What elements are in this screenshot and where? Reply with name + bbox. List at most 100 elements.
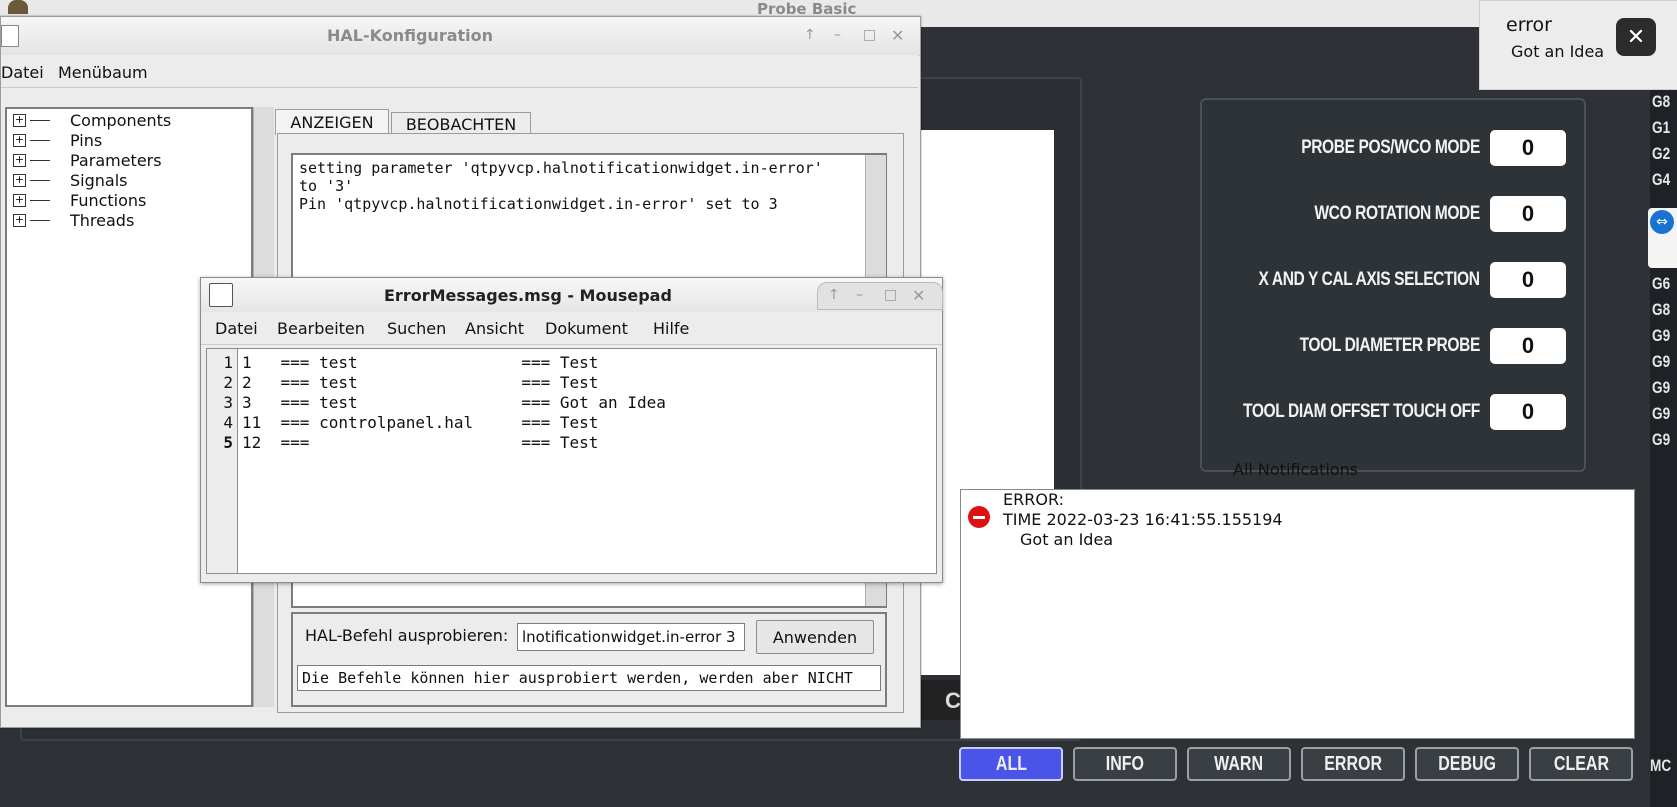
shade-icon[interactable]: ↑ xyxy=(804,27,816,43)
mousepad-text-area[interactable]: 1 === test === Test 2 === test === Test … xyxy=(237,348,937,574)
mousepad-titlebar[interactable]: ErrorMessages.msg - Mousepad ↑ – □ ✕ xyxy=(201,278,943,313)
mousepad-window-controls: ↑ – □ ✕ xyxy=(817,282,943,310)
close-icon[interactable]: ✕ xyxy=(891,26,904,45)
param-value-input[interactable]: 0 xyxy=(1490,394,1566,430)
maximize-icon[interactable]: □ xyxy=(884,287,897,303)
popup-close-button[interactable]: ✕ xyxy=(1616,18,1656,56)
menu-suchen[interactable]: Suchen xyxy=(387,319,446,338)
tree-node-components[interactable]: + Components xyxy=(13,111,171,130)
mousepad-window: ErrorMessages.msg - Mousepad ↑ – □ ✕ Dat… xyxy=(200,277,943,583)
filter-all-button[interactable]: ALL xyxy=(959,747,1063,781)
param-value-input[interactable]: 0 xyxy=(1490,196,1566,232)
menu-hilfe[interactable]: Hilfe xyxy=(653,319,689,338)
param-row-probe-pos-wco: PROBE POS/WCO MODE 0 xyxy=(1262,130,1566,166)
expand-icon[interactable]: + xyxy=(13,114,26,127)
text-line: 1 === test === Test xyxy=(242,353,599,372)
text-line: 12 === === Test xyxy=(242,433,599,452)
menu-bearbeiten[interactable]: Bearbeiten xyxy=(277,319,365,338)
expand-icon[interactable]: + xyxy=(13,134,26,147)
shade-icon[interactable]: ↑ xyxy=(828,287,840,303)
param-value-input[interactable]: 0 xyxy=(1490,262,1566,298)
text-line: 3 === test === Got an Idea xyxy=(242,393,666,412)
menu-menubaum[interactable]: Menübaum xyxy=(58,63,148,82)
gcode-item: G9 xyxy=(1652,352,1671,371)
param-label: X AND Y CAL AXIS SELECTION xyxy=(1258,269,1480,290)
gcode-item: G9 xyxy=(1652,404,1671,423)
output-line: setting parameter 'qtpyvcp.halnotificati… xyxy=(299,159,823,177)
expand-icon[interactable]: + xyxy=(13,214,26,227)
gcode-item: G8 xyxy=(1652,300,1671,319)
line-number-gutter: 1 2 3 4 5 xyxy=(206,348,237,574)
gcode-item: G9 xyxy=(1652,326,1671,345)
gcode-item: G9 xyxy=(1652,430,1671,449)
param-label: WCO ROTATION MODE xyxy=(1314,203,1480,224)
tree-node-signals[interactable]: + Signals xyxy=(13,171,127,190)
param-label: PROBE POS/WCO MODE xyxy=(1301,137,1480,158)
tree-node-pins[interactable]: + Pins xyxy=(13,131,102,150)
notification-title: ERROR: xyxy=(1003,490,1064,509)
param-value-input[interactable]: 0 xyxy=(1490,328,1566,364)
filter-debug-button[interactable]: DEBUG xyxy=(1415,747,1519,781)
active-gcodes-column: G8 G1 G2 G4 G6 G8 G9 G9 G9 G9 G9 xyxy=(1650,88,1677,807)
tree-node-parameters[interactable]: + Parameters xyxy=(13,151,162,170)
param-label: TOOL DIAM OFFSET TOUCH OFF xyxy=(1243,401,1480,422)
mousepad-menubar: Datei Bearbeiten Suchen Ansicht Dokument… xyxy=(201,312,942,345)
gcode-item: G8 xyxy=(1652,92,1671,111)
filter-warn-button[interactable]: WARN xyxy=(1187,747,1291,781)
mousepad-title: ErrorMessages.msg - Mousepad xyxy=(384,286,672,305)
menu-datei[interactable]: Datei xyxy=(1,63,44,82)
gcode-item: G1 xyxy=(1652,118,1671,137)
minimize-icon[interactable]: – xyxy=(856,287,863,303)
filter-info-button[interactable]: INFO xyxy=(1073,747,1177,781)
gcode-item: G6 xyxy=(1652,274,1671,293)
hal-menubar: Datei Menübaum xyxy=(1,55,918,88)
gcode-item-bottom: MC xyxy=(1650,756,1672,775)
menu-ansicht[interactable]: Ansicht xyxy=(465,319,524,338)
gcode-item: G9 xyxy=(1652,378,1671,397)
param-row-tool-diam-offset: TOOL DIAM OFFSET TOUCH OFF 0 xyxy=(1191,394,1566,430)
output-line: to '3' xyxy=(299,177,354,195)
param-value-input[interactable]: 0 xyxy=(1490,130,1566,166)
close-icon[interactable]: ✕ xyxy=(912,286,925,305)
line-number: 3 xyxy=(223,393,233,412)
menu-datei[interactable]: Datei xyxy=(215,319,258,338)
hal-titlebar[interactable]: HAL-Konfiguration ↑ – □ ✕ xyxy=(1,17,920,56)
maximize-icon[interactable]: □ xyxy=(863,27,876,43)
expand-icon[interactable]: + xyxy=(13,154,26,167)
gcode-item: G4 xyxy=(1652,170,1671,189)
notifications-list[interactable]: ERROR: TIME 2022-03-23 16:41:55.155194 G… xyxy=(960,489,1635,739)
line-number: 1 xyxy=(223,353,233,372)
menu-dokument[interactable]: Dokument xyxy=(545,319,628,338)
minimize-icon[interactable]: – xyxy=(834,27,841,43)
app-logo-icon xyxy=(8,0,28,14)
apply-button[interactable]: Anwenden xyxy=(756,620,874,654)
popup-title: error xyxy=(1506,14,1552,36)
error-icon xyxy=(968,506,990,528)
tab-beobachten[interactable]: BEOBACHTEN xyxy=(391,112,531,135)
hal-command-input[interactable]: lnotificationwidget.in-error 3 xyxy=(517,623,745,651)
expand-icon[interactable]: + xyxy=(13,194,26,207)
hal-hint-text: Die Befehle können hier ausprobiert werd… xyxy=(297,665,881,691)
param-row-wco-rotation: WCO ROTATION MODE 0 xyxy=(1278,196,1566,232)
output-line: Pin 'qtpyvcp.halnotificationwidget.in-er… xyxy=(299,195,778,213)
param-row-tool-diameter-probe: TOOL DIAMETER PROBE 0 xyxy=(1260,328,1566,364)
text-line: 2 === test === Test xyxy=(242,373,599,392)
tree-node-functions[interactable]: + Functions xyxy=(13,191,146,210)
param-label: TOOL DIAMETER PROBE xyxy=(1299,335,1481,356)
teamviewer-icon[interactable]: ⇔ xyxy=(1650,210,1674,234)
notifications-label: All Notifications xyxy=(1233,460,1359,479)
notification-message: Got an Idea xyxy=(1020,530,1114,549)
filter-error-button[interactable]: ERROR xyxy=(1301,747,1405,781)
hal-command-label: HAL-Befehl ausprobieren: xyxy=(305,626,509,645)
tab-anzeigen[interactable]: ANZEIGEN xyxy=(275,109,389,135)
line-number-current: 5 xyxy=(223,433,233,452)
tree-node-threads[interactable]: + Threads xyxy=(13,211,134,230)
filter-clear-button[interactable]: CLEAR xyxy=(1529,747,1633,781)
probe-basic-strip-letter: C xyxy=(945,688,961,713)
line-number: 4 xyxy=(223,413,233,432)
expand-icon[interactable]: + xyxy=(13,174,26,187)
notepad-icon xyxy=(209,283,233,307)
gcode-item: G2 xyxy=(1652,144,1671,163)
hal-window-title: HAL-Konfiguration xyxy=(327,26,494,45)
window-icon xyxy=(1,25,19,47)
